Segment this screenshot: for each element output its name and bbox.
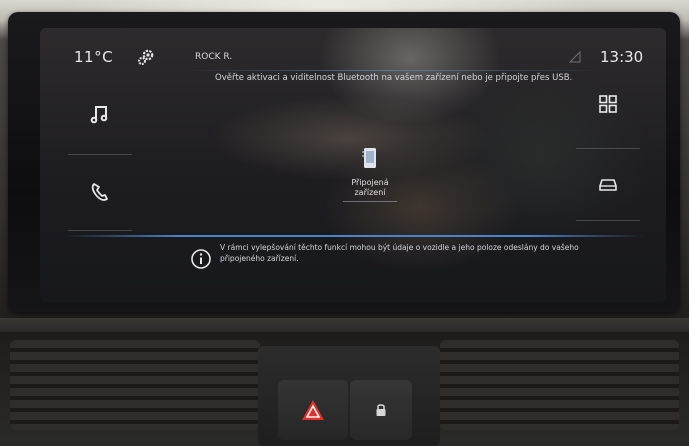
central-lock-button[interactable] <box>350 380 412 440</box>
footer-divider <box>64 235 644 237</box>
air-vent-left[interactable] <box>10 340 260 430</box>
clock: 13:30 <box>600 48 644 66</box>
apps-button[interactable] <box>570 74 646 134</box>
info-icon <box>191 249 211 269</box>
outside-temperature: 11°C <box>74 48 114 66</box>
tile-underline <box>343 201 397 202</box>
connected-devices-label-1: Připojená <box>351 178 389 187</box>
dashboard-trim <box>0 318 689 332</box>
left-menu <box>62 74 138 244</box>
menu-divider <box>68 154 132 155</box>
menu-divider <box>576 148 640 149</box>
right-menu <box>570 74 646 244</box>
data-sharing-notice: V rámci vylepšování těchto funkcí mohou … <box>220 243 579 263</box>
connected-devices-tile[interactable]: Připojená zařízení <box>330 146 410 202</box>
music-note-icon <box>90 106 108 124</box>
connected-devices-label-2: zařízení <box>354 188 386 197</box>
car-icon <box>599 179 617 191</box>
hazard-button[interactable] <box>278 380 348 440</box>
menu-divider <box>576 220 640 221</box>
header-divider <box>182 70 602 71</box>
vehicle-button[interactable] <box>570 154 646 214</box>
phone-button[interactable] <box>62 162 138 222</box>
apps-grid-icon <box>599 95 617 113</box>
infotainment-screen: 11°C ROCK R. 13:30 Ověřte aktivaci a vid… <box>40 28 666 302</box>
gear-icon[interactable] <box>136 47 156 67</box>
air-vent-right[interactable] <box>440 340 679 430</box>
signal-icon <box>568 50 581 63</box>
menu-divider <box>68 230 132 231</box>
status-bar: 11°C ROCK R. 13:30 <box>40 28 666 74</box>
radio-station-label[interactable]: ROCK R. <box>195 52 232 62</box>
phone-device-icon <box>362 148 376 168</box>
hazard-triangle-icon <box>302 400 324 420</box>
lock-icon <box>376 404 386 416</box>
music-button[interactable] <box>62 84 138 144</box>
bluetooth-notice: Ověřte aktivaci a viditelnost Bluetooth … <box>215 73 573 83</box>
phone-icon <box>91 183 108 201</box>
